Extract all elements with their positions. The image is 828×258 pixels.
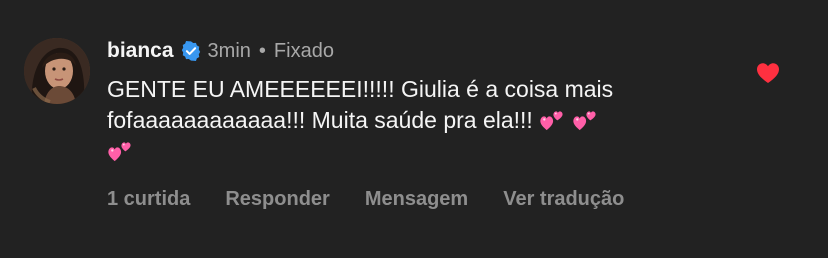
separator-dot: • [258,39,266,62]
avatar-image [24,38,90,104]
avatar[interactable] [24,38,90,104]
two-hearts-emoji-icon [107,136,134,163]
two-hearts-emoji-icon [572,105,599,132]
like-heart-icon[interactable] [756,62,780,84]
two-hearts-emoji-icon [539,105,566,132]
timestamp: 3min [207,39,251,62]
comment-text-line-2: fofaaaaaaaaaaaa!!! Muita saúde pra ela!!… [107,107,533,133]
reply-button[interactable]: Responder [225,188,329,211]
comment-line-3 [107,136,717,167]
username[interactable]: bianca [107,39,174,63]
see-translation-button[interactable]: Ver tradução [503,188,624,211]
pinned-label: Fixado [273,39,334,62]
comment: bianca 3min • Fixado GENTE EU AMEEEEEEI!… [0,0,828,258]
verified-badge-icon [180,40,202,62]
comment-header: bianca 3min • Fixado [107,36,334,66]
comment-line-2: fofaaaaaaaaaaaa!!! Muita saúde pra ela!!… [107,105,717,136]
comment-line-1: GENTE EU AMEEEEEEI!!!!! Giulia é a coisa… [107,74,717,105]
likes-count-link[interactable]: 1 curtida [107,188,190,211]
message-button[interactable]: Mensagem [365,188,468,211]
comment-actions: 1 curtida Responder Mensagem Ver traduçã… [107,188,659,211]
comment-text: GENTE EU AMEEEEEEI!!!!! Giulia é a coisa… [107,74,717,167]
comment-text-line-1: GENTE EU AMEEEEEEI!!!!! Giulia é a coisa… [107,76,614,102]
